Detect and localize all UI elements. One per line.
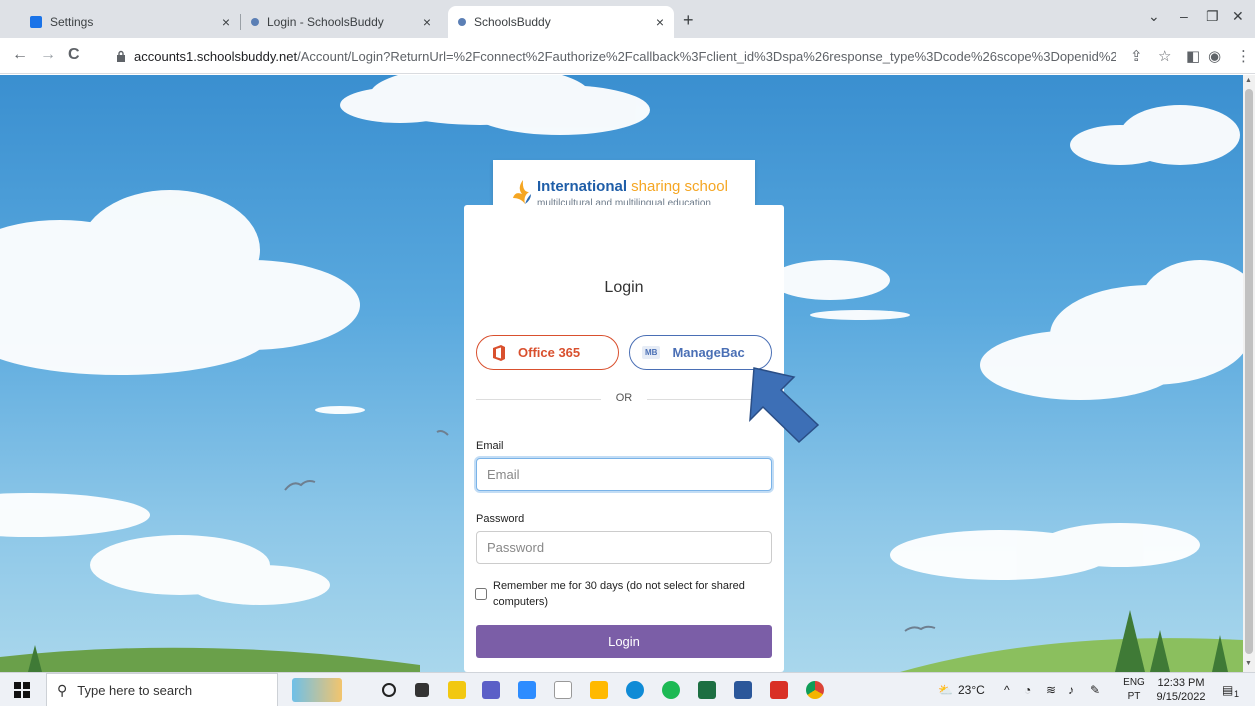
edge-icon[interactable] [626,681,644,699]
tray-overflow-icon[interactable]: ^ [1004,683,1010,697]
search-icon: ⚲ [57,681,68,698]
office-icon [493,344,505,361]
office-365-label: Office 365 [518,345,581,360]
close-icon[interactable]: × [656,14,664,30]
remember-me-label: Remember me for 30 days (do not select f… [493,580,745,608]
login-button[interactable]: Login [476,625,772,658]
lock-icon [117,50,125,62]
email-field[interactable] [476,458,772,491]
reload-icon[interactable]: C [68,46,80,64]
url-path: /Account/Login?ReturnUrl=%2Fconnect%2Fau… [297,48,1116,64]
tab-login-schoolsbuddy[interactable]: Login - SchoolsBuddy × [241,6,441,38]
side-panel-icon[interactable]: ◧ [1186,47,1200,65]
cortana-icon[interactable] [382,683,396,697]
tab-search-dropdown-icon[interactable]: ⌄ [1148,8,1160,25]
browser-toolbar: ← → C accounts1.schoolsbuddy.net/Account… [0,38,1255,74]
zoom-icon[interactable] [518,681,536,699]
share-icon[interactable]: ⇪ [1130,47,1143,65]
school-name: International sharing school [537,178,728,195]
managebac-icon: MB [642,346,661,359]
annotation-arrow-icon [749,367,820,444]
teams-icon[interactable] [482,681,500,699]
address-bar[interactable]: accounts1.schoolsbuddy.net/Account/Login… [116,43,1116,69]
tab-schoolsbuddy[interactable]: SchoolsBuddy × [448,6,674,38]
tab-title: Settings [50,15,94,29]
star-icon[interactable]: ☆ [1158,47,1171,65]
scroll-up-icon[interactable]: ▲ [1245,77,1252,84]
weather-temperature[interactable]: 23°C [958,683,985,697]
language-indicator[interactable]: ENG PT [1120,676,1148,704]
chrome-icon[interactable] [806,681,824,699]
managebac-label: ManageBac [672,345,745,360]
tab-title: SchoolsBuddy [474,15,551,29]
restore-icon[interactable]: ❐ [1206,8,1219,25]
notification-icon[interactable]: ▤ [1222,683,1233,697]
search-highlight-icon[interactable] [292,678,342,702]
file-icon[interactable] [554,681,572,699]
windows-start-icon[interactable] [14,682,30,698]
notification-count: 1 [1234,689,1240,699]
login-title: Login [604,279,644,296]
close-icon[interactable]: × [423,14,431,30]
file-explorer-icon[interactable] [590,681,608,699]
taskbar-search-placeholder: Type here to search [77,682,193,698]
taskbar-search-box[interactable]: ⚲ Type here to search [46,673,278,706]
password-label: Password [476,513,525,525]
password-field[interactable] [476,531,772,564]
back-icon[interactable]: ← [12,46,28,64]
login-page: International sharing school multilcultu… [0,75,1243,672]
taskbar-clock[interactable]: 12:33 PM 9/15/2022 [1152,676,1210,704]
excel-icon[interactable] [698,681,716,699]
weather-icon[interactable]: ⛅ [938,683,953,697]
spotify-icon[interactable] [662,681,680,699]
browser-tab-bar: Settings × Login - SchoolsBuddy × School… [0,0,1255,38]
network-icon[interactable]: ◔ [1024,683,1031,697]
forward-icon[interactable]: → [40,46,56,64]
url-host: accounts1.schoolsbuddy.net [134,48,298,64]
schoolsbuddy-favicon-icon [251,18,259,26]
email-label: Email [476,440,504,452]
menu-icon[interactable]: ⋮ [1236,47,1251,65]
task-view-icon[interactable] [415,683,429,697]
office-365-button[interactable]: Office 365 [476,335,619,370]
page-scrollbar[interactable]: ▲ ▼ [1243,75,1255,672]
new-tab-button[interactable]: + [683,10,694,31]
scroll-down-icon[interactable]: ▼ [1245,660,1252,667]
window-close-icon[interactable]: ✕ [1232,8,1244,25]
volume-icon[interactable]: ♪ [1068,683,1074,697]
windows-taskbar: ⚲ Type here to search ⛅ 23°C ^ ◔ ≋ ♪ ✎ E… [0,672,1255,706]
remember-me-option[interactable]: Remember me for 30 days (do not select f… [475,578,775,610]
clock-date: 9/15/2022 [1156,691,1206,703]
pen-icon[interactable]: ✎ [1090,683,1100,697]
tab-title: Login - SchoolsBuddy [267,15,384,29]
scrollbar-thumb[interactable] [1245,89,1253,654]
schoolsbuddy-favicon-icon [458,18,466,26]
minimize-icon[interactable]: – [1180,8,1188,24]
close-icon[interactable]: × [222,14,230,30]
remember-me-checkbox[interactable] [475,588,487,600]
word-icon[interactable] [734,681,752,699]
flame-logo-icon [513,180,531,204]
wifi-icon[interactable]: ≋ [1046,683,1056,697]
sticky-notes-icon[interactable] [448,681,466,699]
profile-icon[interactable]: ◉ [1208,47,1221,65]
acrobat-icon[interactable] [770,681,788,699]
clock-time: 12:33 PM [1157,677,1205,689]
tab-settings[interactable]: Settings × [20,6,240,38]
gear-icon [30,16,42,28]
